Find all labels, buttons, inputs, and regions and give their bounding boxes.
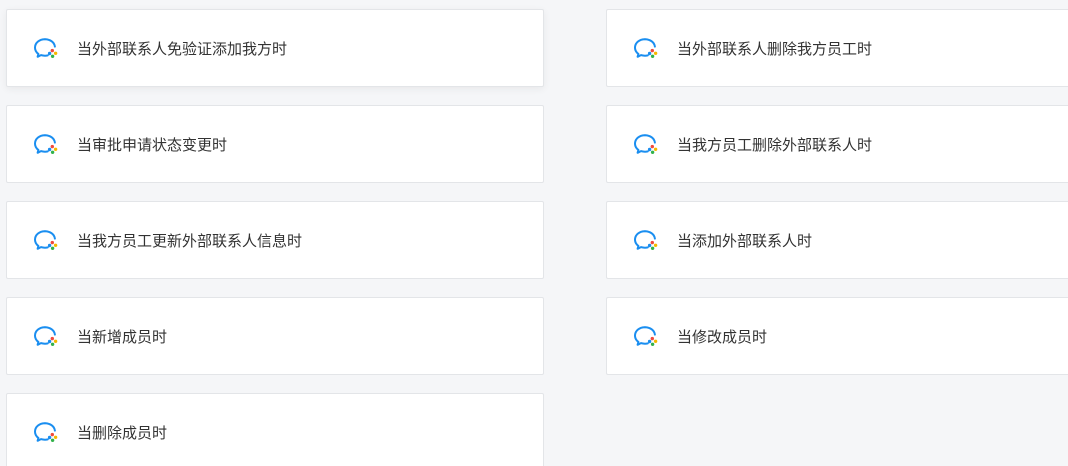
wecom-chat-icon	[633, 229, 659, 253]
wecom-chat-icon	[633, 325, 659, 349]
trigger-card-member-updated[interactable]: 当修改成员时	[606, 297, 1068, 375]
trigger-label: 当修改成员时	[677, 328, 768, 346]
wecom-chat-icon	[633, 133, 659, 157]
trigger-label: 当外部联系人删除我方员工时	[677, 40, 873, 58]
trigger-grid: 当外部联系人免验证添加我方时 当外部联系人删除我方员工时 当审批申请状态变更时 …	[0, 0, 1068, 466]
trigger-label: 当我方员工更新外部联系人信息时	[77, 232, 303, 250]
trigger-label: 当新增成员时	[77, 328, 168, 346]
trigger-card-staff-update-external-contact[interactable]: 当我方员工更新外部联系人信息时	[6, 201, 544, 279]
wecom-chat-icon	[33, 229, 59, 253]
trigger-card-member-created[interactable]: 当新增成员时	[6, 297, 544, 375]
wecom-chat-icon	[33, 133, 59, 157]
wecom-chat-icon	[33, 325, 59, 349]
trigger-label: 当外部联系人免验证添加我方时	[77, 40, 288, 58]
wecom-chat-icon	[33, 421, 59, 445]
trigger-card-add-external-contact[interactable]: 当添加外部联系人时	[606, 201, 1068, 279]
wecom-chat-icon	[33, 37, 59, 61]
trigger-card-staff-delete-external-contact[interactable]: 当我方员工删除外部联系人时	[606, 105, 1068, 183]
trigger-card-external-contact-delete-staff[interactable]: 当外部联系人删除我方员工时	[606, 9, 1068, 87]
trigger-card-external-contact-add-without-verify[interactable]: 当外部联系人免验证添加我方时	[6, 9, 544, 87]
trigger-card-member-deleted[interactable]: 当删除成员时	[6, 393, 544, 466]
trigger-label: 当审批申请状态变更时	[77, 136, 228, 154]
trigger-label: 当删除成员时	[77, 424, 168, 442]
trigger-label: 当我方员工删除外部联系人时	[677, 136, 873, 154]
trigger-label: 当添加外部联系人时	[677, 232, 813, 250]
wecom-chat-icon	[633, 37, 659, 61]
trigger-card-approval-status-change[interactable]: 当审批申请状态变更时	[6, 105, 544, 183]
